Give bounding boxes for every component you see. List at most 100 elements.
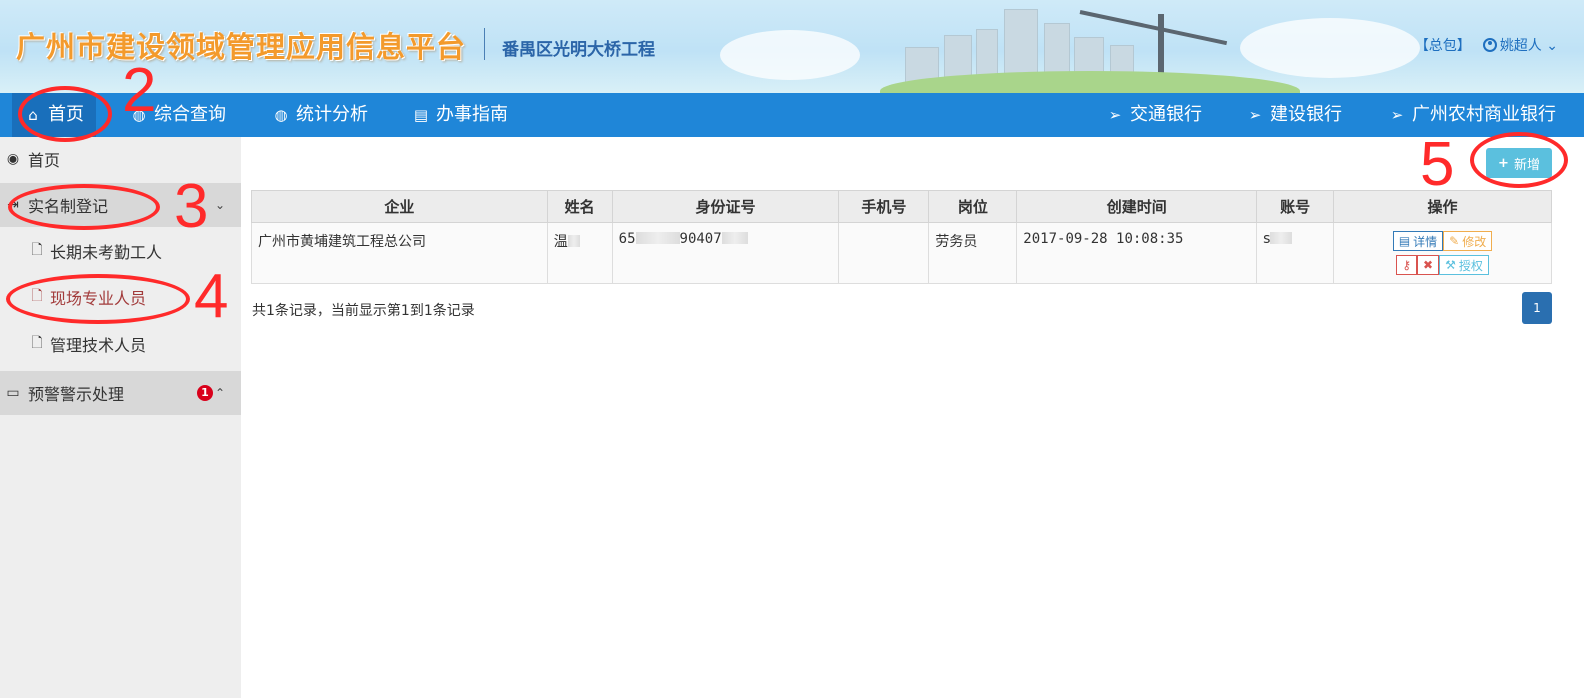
authorize-button-label: 授权 xyxy=(1458,258,1483,273)
chevron-down-icon: ⌄ xyxy=(1546,38,1558,54)
cell-phone xyxy=(838,222,930,284)
file-text-icon: ▤ xyxy=(1398,234,1411,248)
column-header[interactable]: 姓名 xyxy=(546,190,613,223)
redacted-mask xyxy=(1270,232,1293,244)
nav-bank-grcb-label: 广州农村商业银行 xyxy=(1412,104,1556,125)
sidebar-item-label: 预警警示处理 xyxy=(28,385,125,404)
nav-guide-label: 办事指南 xyxy=(436,104,508,125)
role-label[interactable]: 【总包】 xyxy=(1415,35,1471,55)
file-icon: 🗋 xyxy=(31,288,43,304)
sidebar-item-label: 管理技术人员 xyxy=(50,336,147,355)
detail-button-label: 详情 xyxy=(1413,234,1438,249)
table-row[interactable]: 广州市黄埔建筑工程总公司 温 65 90407 劳务员 2017-09-28 10… xyxy=(251,222,1552,284)
header-banner: 广州市建设领域管理应用信息平台 番禺区光明大桥工程 【总包】 姚超人 ⌄ xyxy=(0,0,1584,93)
sidebar: ◉ 首页 ⇥ 实名制登记 ⌄ 🗋 长期未考勤工人 🗋 现场专业人员 🗋 管理技术… xyxy=(0,137,241,698)
nav-stats-label: 统计分析 xyxy=(296,104,368,125)
nav-bank-bocom[interactable]: ➢ 交通银行 xyxy=(1106,93,1202,137)
app-title: 广州市建设领域管理应用信息平台 xyxy=(16,30,467,64)
warning-count-badge: 1 xyxy=(197,385,213,401)
chevron-down-icon: ⌄ xyxy=(214,198,225,212)
name-text: 温 xyxy=(553,234,568,250)
edit-button[interactable]: ✎ 修改 xyxy=(1443,231,1493,251)
sidebar-item-label: 长期未考勤工人 xyxy=(50,243,163,262)
nav-bank-ccb-label: 建设银行 xyxy=(1270,104,1342,125)
id-middle: 90407 xyxy=(679,231,722,247)
folder-icon: ▭ xyxy=(6,385,20,401)
banner-cloud xyxy=(720,30,860,80)
edit-button-label: 修改 xyxy=(1462,234,1487,249)
nav-guide[interactable]: ▤ 办事指南 xyxy=(412,93,508,137)
table-header-row: 企业 姓名 身份证号 手机号 岗位 创建时间 账号 操作 xyxy=(251,190,1552,223)
delete-button[interactable]: ✖ xyxy=(1417,255,1440,275)
nav-stats[interactable]: ◍ 统计分析 xyxy=(272,93,368,137)
chevron-up-icon: ⌃ xyxy=(214,386,225,400)
reset-password-button[interactable]: ⚷ xyxy=(1396,255,1418,275)
authorize-button[interactable]: ⚒ 授权 xyxy=(1439,255,1489,275)
file-icon: 🗋 xyxy=(31,242,43,258)
column-header[interactable]: 岗位 xyxy=(928,190,1018,223)
key-icon: ⚷ xyxy=(1402,258,1412,272)
cell-id-number: 65 90407 xyxy=(611,222,840,284)
project-name: 番禺区光明大桥工程 xyxy=(502,40,655,60)
cell-company: 广州市黄埔建筑工程总公司 xyxy=(251,222,548,284)
file-icon: 🗋 xyxy=(31,335,43,351)
user-name: 姚超人 xyxy=(1499,38,1542,54)
globe-icon: ◍ xyxy=(274,106,288,124)
column-header: 操作 xyxy=(1333,190,1552,223)
redacted-mask xyxy=(721,232,748,244)
redacted-mask xyxy=(635,232,680,244)
sidebar-item-label: 现场专业人员 xyxy=(50,289,147,308)
sidebar-group-warnings[interactable]: ▭ 预警警示处理 1 ⌃ xyxy=(0,371,241,415)
column-header[interactable]: 创建时间 xyxy=(1016,190,1258,223)
cell-account: s xyxy=(1256,222,1335,284)
sidebar-item-home[interactable]: ◉ 首页 xyxy=(0,137,241,181)
nav-bank-ccb[interactable]: ➢ 建设银行 xyxy=(1246,93,1342,137)
sidebar-group-realname[interactable]: ⇥ 实名制登记 ⌄ xyxy=(0,183,241,227)
paper-plane-icon: ➢ xyxy=(1108,106,1122,124)
close-icon: ✖ xyxy=(1423,258,1434,272)
cell-position: 劳务员 xyxy=(928,222,1018,284)
detail-button[interactable]: ▤ 详情 xyxy=(1392,231,1444,251)
action-row: ⚷ ✖ ⚒ 授权 xyxy=(1396,255,1489,275)
pencil-icon: ✎ xyxy=(1449,234,1460,248)
action-row: ▤ 详情 ✎ 修改 xyxy=(1392,231,1493,251)
nav-home-label: 首页 xyxy=(48,104,84,125)
title-divider xyxy=(484,28,485,60)
globe-icon: ◍ xyxy=(132,106,146,124)
gavel-icon: ⚒ xyxy=(1445,258,1456,272)
column-header[interactable]: 手机号 xyxy=(838,190,930,223)
top-nav: ⌂ 首页 ◍ 综合查询 ◍ 统计分析 ▤ 办事指南 ➢ 交通银行 ➢ 建设银行 … xyxy=(0,93,1584,137)
cell-name: 温 xyxy=(546,222,613,284)
column-header[interactable]: 企业 xyxy=(251,190,548,223)
action-group: ▤ 详情 ✎ 修改 ⚷ ✖ ⚒ 授权 xyxy=(1340,231,1545,275)
sidebar-item-site-professionals[interactable]: 🗋 现场专业人员 xyxy=(0,275,241,319)
sidebar-item-long-absent[interactable]: 🗋 长期未考勤工人 xyxy=(0,229,241,273)
sidebar-item-label: 首页 xyxy=(28,151,61,170)
pagination-summary: 共1条记录，当前显示第1到1条记录 xyxy=(252,303,475,319)
plus-icon: + xyxy=(1498,155,1509,171)
add-button[interactable]: + 新增 xyxy=(1486,148,1552,178)
nav-query[interactable]: ◍ 综合查询 xyxy=(130,93,226,137)
book-icon: ▤ xyxy=(413,106,429,124)
sidebar-item-management-tech[interactable]: 🗋 管理技术人员 xyxy=(0,322,241,366)
nav-home[interactable]: ⌂ 首页 xyxy=(12,93,96,137)
column-header[interactable]: 账号 xyxy=(1256,190,1335,223)
page-button[interactable]: 1 xyxy=(1522,292,1552,324)
account-text: s xyxy=(1263,231,1271,247)
user-area: 【总包】 姚超人 ⌄ xyxy=(1415,35,1558,55)
column-header[interactable]: 身份证号 xyxy=(611,190,840,223)
annotation-number: 5 xyxy=(1420,130,1455,199)
cell-created: 2017-09-28 10:08:35 xyxy=(1016,222,1258,284)
nav-bank-grcb[interactable]: ➢ 广州农村商业银行 xyxy=(1388,93,1556,137)
id-prefix: 65 xyxy=(618,231,636,247)
paper-plane-icon: ➢ xyxy=(1390,106,1404,124)
user-icon xyxy=(1482,38,1497,52)
user-menu[interactable]: 姚超人 ⌄ xyxy=(1482,35,1558,55)
banner-cloud xyxy=(1240,18,1420,78)
sidebar-item-label: 实名制登记 xyxy=(28,197,109,216)
add-button-label: 新增 xyxy=(1513,157,1540,173)
banner-trees xyxy=(880,71,1300,93)
dashboard-icon: ◉ xyxy=(6,151,20,167)
home-icon: ⌂ xyxy=(28,106,38,124)
personnel-table: 企业 姓名 身份证号 手机号 岗位 创建时间 账号 操作 广州市黄埔建筑工程总公… xyxy=(251,190,1552,284)
